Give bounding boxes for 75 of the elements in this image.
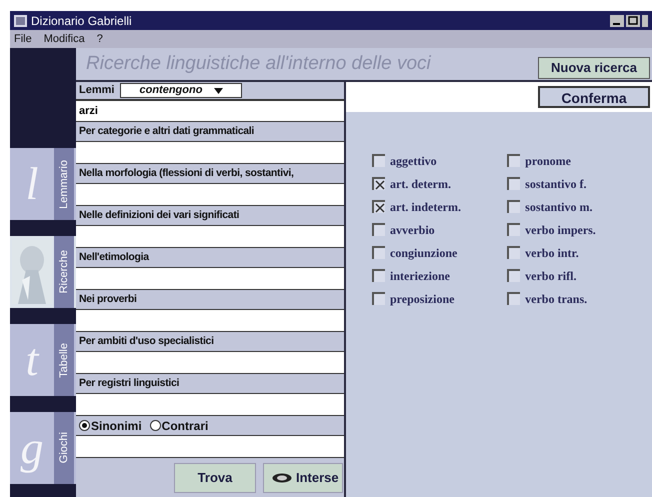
caret-icon bbox=[214, 88, 224, 94]
tab-letter: t bbox=[26, 337, 38, 383]
checkbox[interactable] bbox=[507, 154, 520, 167]
category-checkbox[interactable]: interiezione bbox=[372, 267, 508, 284]
tab-label: Ricerche bbox=[56, 250, 71, 294]
radio-option[interactable]: Sinonimi bbox=[79, 416, 142, 434]
checkbox[interactable] bbox=[372, 200, 385, 213]
sidebar-tab[interactable]: Ricerche bbox=[10, 236, 76, 308]
input-field[interactable] bbox=[76, 352, 344, 374]
category-checkbox[interactable]: preposizione bbox=[372, 290, 508, 307]
radio-button[interactable] bbox=[79, 420, 90, 431]
tab-label: Tabelle bbox=[56, 342, 71, 378]
input-field[interactable] bbox=[76, 142, 344, 164]
category-checkbox[interactable]: art. indeterm. bbox=[372, 198, 508, 215]
field-label: Nelle definizioni dei vari significati bbox=[79, 208, 240, 223]
window-title: Dizionario Gabrielli bbox=[31, 12, 132, 30]
field-label: Per categorie e altri dati grammaticali bbox=[79, 124, 254, 139]
category-checkbox[interactable]: sostantivo m. bbox=[507, 198, 642, 215]
operator-dropdown[interactable]: contengono bbox=[120, 83, 242, 98]
sidebar-tab[interactable]: l Lemmario bbox=[10, 148, 76, 220]
menu-item[interactable]: Modifica bbox=[44, 30, 85, 48]
field-label: Lemmi bbox=[79, 83, 114, 98]
radio-option[interactable]: Contrari bbox=[150, 416, 208, 434]
tab-letter: l bbox=[26, 161, 38, 207]
radio-button[interactable] bbox=[150, 420, 161, 431]
field-label: Nell'etimologia bbox=[79, 250, 149, 265]
intersect-button[interactable]: Interse bbox=[263, 462, 343, 492]
input-field[interactable] bbox=[76, 394, 344, 416]
checkbox[interactable] bbox=[372, 269, 385, 282]
checkbox[interactable] bbox=[372, 292, 385, 305]
category-checkbox[interactable]: congiunzione bbox=[372, 244, 508, 261]
input-field[interactable] bbox=[76, 310, 344, 332]
field-label: Nei proverbi bbox=[79, 292, 137, 307]
checkbox[interactable] bbox=[372, 154, 385, 167]
ovals-icon bbox=[272, 472, 292, 482]
category-checkbox[interactable]: verbo trans. bbox=[507, 290, 642, 307]
menu-item[interactable]: File bbox=[14, 30, 32, 48]
search-input[interactable]: arzi bbox=[76, 100, 344, 122]
sidebar-tab[interactable]: t Tabelle bbox=[10, 324, 76, 396]
category-checkbox[interactable]: verbo impers. bbox=[507, 221, 642, 238]
page-title: Ricerche linguistiche all'interno delle voci bbox=[86, 52, 431, 76]
find-button[interactable]: Trova bbox=[174, 462, 256, 492]
category-checkbox[interactable]: verbo rifl. bbox=[507, 267, 642, 284]
checkbox[interactable] bbox=[507, 223, 520, 236]
checkbox[interactable] bbox=[507, 200, 520, 213]
field-label: Per registri linguistici bbox=[79, 376, 180, 391]
category-checkbox[interactable]: pronome bbox=[507, 152, 642, 169]
category-checkbox[interactable]: verbo intr. bbox=[507, 244, 642, 261]
category-checkbox[interactable]: art. determ. bbox=[372, 175, 508, 192]
category-checkbox[interactable]: sostantivo f. bbox=[507, 175, 642, 192]
checkbox[interactable] bbox=[507, 269, 520, 282]
input-field[interactable] bbox=[76, 436, 344, 458]
sidebar-tab[interactable]: g Giochi bbox=[10, 412, 76, 484]
field-label: Nella morfologia (flessioni di verbi, sostantivi, bbox=[79, 166, 294, 181]
app-icon bbox=[14, 14, 27, 26]
checkbox[interactable] bbox=[372, 223, 385, 236]
checkbox[interactable] bbox=[507, 292, 520, 305]
category-checkbox[interactable]: aggettivo bbox=[372, 152, 508, 169]
category-checkbox[interactable]: avverbio bbox=[372, 221, 508, 238]
input-field[interactable] bbox=[76, 268, 344, 290]
tab-label: Lemmario bbox=[56, 160, 71, 208]
confirm-button[interactable]: Conferma bbox=[538, 86, 650, 108]
checkbox[interactable] bbox=[507, 177, 520, 190]
input-field[interactable] bbox=[76, 226, 344, 248]
checkbox[interactable] bbox=[372, 177, 385, 190]
checkbox[interactable] bbox=[507, 246, 520, 259]
minimize-icon[interactable] bbox=[610, 14, 624, 26]
tab-label: Giochi bbox=[56, 432, 71, 464]
new-search-button[interactable]: Nuova ricerca bbox=[538, 57, 650, 79]
input-field[interactable] bbox=[76, 184, 344, 206]
field-label: Per ambiti d'uso specialistici bbox=[79, 334, 214, 349]
menu-item[interactable]: ? bbox=[96, 30, 103, 48]
tab-letter: g bbox=[20, 425, 44, 471]
checkbox[interactable] bbox=[372, 246, 385, 259]
maximize-icon[interactable] bbox=[626, 14, 640, 26]
